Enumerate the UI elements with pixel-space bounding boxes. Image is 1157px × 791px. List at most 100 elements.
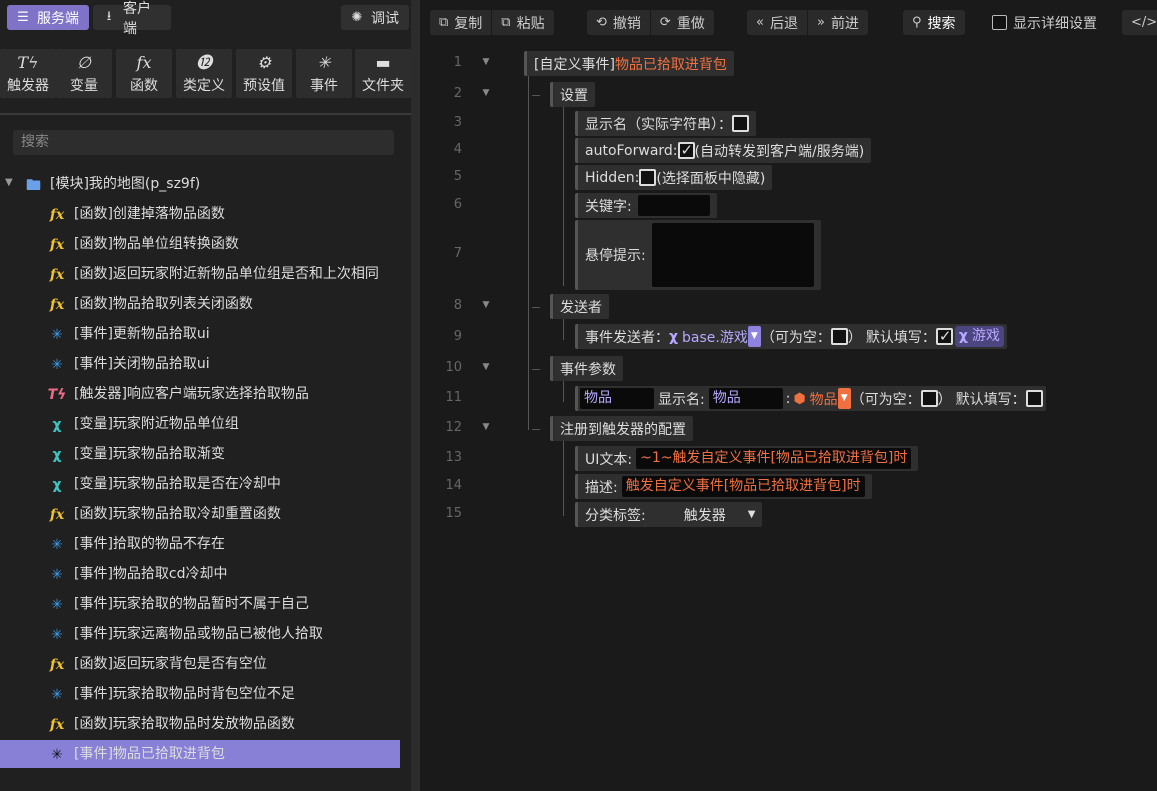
variable-icon: χ [52, 417, 62, 433]
param-default-checkbox[interactable] [1025, 390, 1043, 407]
tree-item[interactable]: χ [变量]玩家物品拾取渐变 [0, 440, 411, 468]
sender-default-checkbox[interactable] [935, 327, 953, 345]
tool-event[interactable]: ✳ 事件 [296, 49, 352, 98]
tree-item[interactable]: fx [函数]创建掉落物品函数 [0, 200, 411, 228]
tree-item[interactable]: ✳ [事件]玩家远离物品或物品已被他人拾取 [0, 620, 411, 648]
tool-variable[interactable]: ∅ 变量 [56, 49, 112, 98]
fold-arrow-icon[interactable]: ▼ [480, 88, 492, 98]
redo-button[interactable]: ⟳ 重做 [649, 10, 714, 35]
copy-button[interactable]: ⧉ 复制 [430, 10, 491, 35]
undo-button[interactable]: ⟲ 撤销 [587, 10, 650, 35]
fold-arrow-icon[interactable]: ▼ [480, 422, 492, 432]
detail-checkbox[interactable] [992, 15, 1007, 30]
collapse-dash[interactable] [532, 307, 540, 308]
keyword-input[interactable] [637, 195, 710, 216]
tree-item-label: [函数]返回玩家背包是否有空位 [74, 656, 267, 672]
line-number: 1 [453, 55, 462, 70]
tool-preset[interactable]: ⚙ 预设值 [236, 49, 292, 98]
settings-node[interactable]: 设置 [550, 82, 595, 107]
default-value-chip[interactable]: χ 游戏 [954, 326, 1004, 347]
tree-item[interactable]: fx [函数]物品单位组转换函数 [0, 230, 411, 258]
fold-arrow-icon[interactable]: ▼ [480, 300, 492, 310]
sender-type-dropdown[interactable]: ▼ [747, 326, 761, 347]
hidden-checkbox[interactable] [639, 169, 657, 186]
fold-arrow-icon[interactable]: ▼ [480, 362, 492, 372]
tool-function[interactable]: fx 函数 [116, 49, 172, 98]
tree-item[interactable]: ✳ [事件]物品已拾取进背包 [0, 740, 411, 768]
editor-panel: ⧉ 复制 ⧉ 粘贴 ⟲ 撤销 ⟳ 重做 «后退 » 前进 ⚲ 搜索 显示详细设置 </> 1… [420, 0, 1157, 791]
event-icon: ✳ [317, 52, 331, 72]
chevron-down-icon[interactable]: ▼ [748, 509, 756, 520]
tree-item[interactable]: fx [函数]玩家物品拾取冷却重置函数 [0, 500, 411, 528]
paste-button[interactable]: ⧉ 粘贴 [491, 10, 553, 35]
tree-item[interactable]: χ [变量]玩家物品拾取是否在冷却中 [0, 470, 411, 498]
param-row: 物品 显示名: 物品 : ⬢ 物品 ▼ （可为空： ） 默认填写： [575, 386, 1046, 411]
undo-icon: ⟲ [596, 15, 607, 30]
line-number: 3 [453, 115, 462, 130]
game-type-icon: χ [669, 328, 679, 345]
collapse-dash[interactable] [532, 429, 540, 430]
sender-node[interactable]: 发送者 [550, 294, 609, 319]
tree-item-label: [事件]更新物品拾取ui [74, 326, 210, 342]
tree-item[interactable]: ✳ [事件]玩家拾取的物品暂时不属于自己 [0, 590, 411, 618]
search-input[interactable]: 搜索 [13, 130, 394, 155]
folder-add-icon: ▬ [375, 52, 391, 72]
display-name-row: 显示名（实际字符串）： [575, 111, 756, 136]
fold-arrow-icon[interactable]: ▼ [480, 57, 492, 67]
tree-item[interactable]: fx [函数]返回玩家背包是否有空位 [0, 650, 411, 678]
desc-input[interactable]: 触发自定义事件[物品已拾取进背包]时 [621, 476, 865, 497]
tree-item-label: [事件]关闭物品拾取ui [74, 356, 210, 372]
collapse-arrow-icon[interactable]: ▼ [5, 177, 13, 188]
tree-item[interactable]: ✳ [事件]更新物品拾取ui [0, 320, 411, 348]
auto-forward-checkbox[interactable] [677, 141, 695, 159]
tree-item-label: [变量]玩家物品拾取渐变 [74, 446, 225, 462]
tab-server[interactable]: ☰ 服务端 [7, 5, 89, 30]
function-icon: fx [49, 297, 65, 313]
collapse-dash[interactable] [532, 95, 540, 96]
register-node[interactable]: 注册到触发器的配置 [550, 416, 693, 441]
event-icon: ✳ [51, 627, 63, 643]
tree-item[interactable]: fx [函数]玩家拾取物品时发放物品函数 [0, 710, 411, 738]
search-button[interactable]: ⚲ 搜索 [903, 10, 965, 35]
category-select[interactable]: 触发器 [684, 505, 726, 525]
panel-splitter[interactable] [411, 0, 420, 791]
tool-trigger[interactable]: Tϟ 触发器 [0, 49, 56, 98]
tree-item[interactable]: fx [函数]返回玩家附近新物品单位组是否和上次相同 [0, 260, 411, 288]
tree-item-label: [事件]玩家拾取物品时背包空位不足 [74, 686, 295, 702]
tool-folder[interactable]: ▬ 文件夹 [355, 49, 411, 98]
code-button[interactable]: </> [1122, 10, 1157, 35]
tree-item[interactable]: Tϟ [触发器]响应客户端玩家选择拾取物品 [0, 380, 411, 408]
function-icon: fx [49, 207, 65, 223]
tree-item[interactable]: fx [函数]物品拾取列表关闭函数 [0, 290, 411, 318]
display-name-checkbox[interactable] [732, 115, 749, 132]
tree-item-label: [事件]玩家远离物品或物品已被他人拾取 [74, 626, 323, 642]
param-name-input[interactable]: 物品 [580, 388, 654, 409]
params-node[interactable]: 事件参数 [550, 356, 623, 381]
sender-nullable-checkbox[interactable] [830, 328, 848, 345]
back-button[interactable]: «后退 [747, 10, 807, 35]
param-type-dropdown[interactable]: ▼ [837, 388, 851, 409]
double-left-icon: « [756, 15, 764, 30]
function-icon: fx [49, 717, 65, 733]
debug-button[interactable]: ✺ 调试 [341, 5, 409, 30]
event-sender-row: 事件发送者： χ base.游戏 ▼ （可为空： ） 默认填写： χ 游戏 [575, 324, 1007, 349]
detail-toggle[interactable]: 显示详细设置 [983, 10, 1106, 35]
variable-icon: χ [52, 447, 62, 463]
ui-text-input[interactable]: ~1~触发自定义事件[物品已拾取进背包]时 [636, 448, 912, 469]
param-display-input[interactable]: 物品 [708, 388, 783, 409]
tree-item[interactable]: χ [变量]玩家附近物品单位组 [0, 410, 411, 438]
tree-root[interactable]: ▼ 🖿 [模块]我的地图(p_sz9f) [0, 170, 411, 198]
tree-item[interactable]: ✳ [事件]物品拾取cd冷却中 [0, 560, 411, 588]
event-header[interactable]: [自定义事件] 物品已拾取进背包 [524, 51, 734, 76]
tab-client[interactable]: ⭳ 客户端 [93, 1, 171, 37]
param-nullable-checkbox[interactable] [920, 390, 938, 407]
tree-item[interactable]: ✳ [事件]拾取的物品不存在 [0, 530, 411, 558]
collapse-dash[interactable] [532, 369, 540, 370]
tool-class[interactable]: ⓬ 类定义 [176, 49, 232, 98]
tree-item[interactable]: ✳ [事件]关闭物品拾取ui [0, 350, 411, 378]
tooltip-input[interactable] [651, 223, 814, 287]
forward-button[interactable]: » 前进 [806, 10, 868, 35]
event-icon: ✳ [51, 687, 63, 703]
tree-item-label: [函数]创建掉落物品函数 [74, 206, 225, 222]
tree-item[interactable]: ✳ [事件]玩家拾取物品时背包空位不足 [0, 680, 411, 708]
